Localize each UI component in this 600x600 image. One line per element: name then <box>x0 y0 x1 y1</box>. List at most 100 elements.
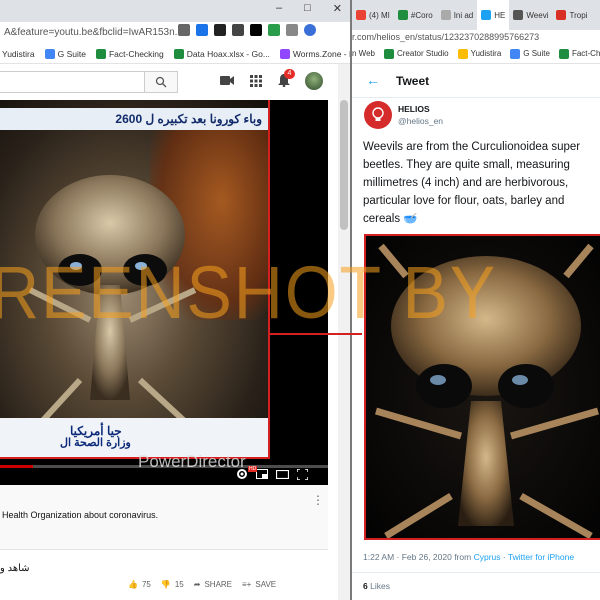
bookmark-label: Data Hoax.xlsx - Go... <box>186 48 270 59</box>
likes-label: Likes <box>370 581 390 591</box>
bookmark-gsuite[interactable]: G Suite <box>44 48 86 59</box>
extension-icon[interactable] <box>178 24 190 36</box>
tab-label: HE <box>494 10 506 20</box>
settings-gear-icon[interactable] <box>236 468 248 480</box>
apps-grid-icon[interactable] <box>250 74 262 87</box>
twitch-icon <box>279 48 290 59</box>
extension-icon[interactable] <box>286 24 298 36</box>
bookmark-creator-studio[interactable]: Creator Studio <box>383 48 449 59</box>
tab-weevil[interactable]: Weevi <box>509 0 552 30</box>
more-options-icon[interactable]: ⋮ <box>312 493 324 507</box>
left-bookmarks-bar: Yudistira G Suite Fact-Checking Data Hoa… <box>0 44 350 64</box>
share-icon: ➦ <box>193 580 201 589</box>
youtube-window: – □ ✕ A&feature=youtu.be&fbclid=IwAR153n… <box>0 0 350 600</box>
tweet-header: ← Tweet <box>352 64 600 98</box>
bookmark-label: G Suite <box>523 49 550 58</box>
close-button[interactable]: ✕ <box>333 2 342 15</box>
tweet-line: cereals 🥣 <box>363 213 418 225</box>
extension-icon[interactable] <box>196 24 208 36</box>
page-icon <box>513 10 524 20</box>
miniplayer-icon[interactable] <box>256 469 268 479</box>
tweet-line: particular love for flour, oats, barley … <box>363 195 565 207</box>
author-handle[interactable]: @helios_en <box>398 116 443 126</box>
tweet-line: Weevils are from the Curculionoidea supe… <box>363 141 581 153</box>
search-input[interactable] <box>0 71 144 93</box>
right-address-bar[interactable]: r.com/helios_en/status/12323702889957662… <box>352 30 600 44</box>
tweet-client[interactable]: Twitter for iPhone <box>508 552 574 562</box>
likes-count[interactable]: 6 Likes <box>363 581 390 591</box>
video-frame: وباء كورونا بعد تكبيره ل 2600 جيا أمريكي… <box>0 100 270 458</box>
minimize-button[interactable]: – <box>276 2 282 15</box>
author-name[interactable]: HELIOS <box>398 104 430 114</box>
left-title-bar: – □ ✕ <box>0 0 350 22</box>
dislike-button[interactable]: 👎 15 <box>161 580 184 589</box>
page-icon <box>440 10 451 20</box>
meta-separator: · <box>500 552 508 562</box>
thumbs-up-icon: 👍 <box>128 580 138 589</box>
bookmark-web[interactable]: n Web <box>352 49 375 58</box>
search-button[interactable] <box>144 71 178 93</box>
video-watermark: PowerDirector <box>138 452 246 471</box>
tweet-image[interactable] <box>364 234 600 540</box>
page-icon <box>556 10 567 20</box>
tab-corona[interactable]: #Coro <box>394 0 437 30</box>
tweet-location[interactable]: Cyprus <box>474 552 501 562</box>
bookmark-data-hoax[interactable]: Data Hoax.xlsx - Go... <box>173 48 270 59</box>
bookmark-label: Fact-Checking <box>108 48 164 59</box>
tab-strip: (4) MI #Coro Ini ad HE Weevi Tropi <box>352 0 600 30</box>
tab-label: (4) MI <box>369 10 390 20</box>
bookmark-worms-zone[interactable]: Worms.Zone - Play... <box>279 48 350 59</box>
notification-badge: 4 <box>284 69 295 79</box>
avatar[interactable] <box>305 72 323 90</box>
progress-fill <box>0 465 33 468</box>
fullscreen-icon[interactable] <box>297 468 308 480</box>
tab-ini-ad[interactable]: Ini ad <box>437 0 478 30</box>
share-button[interactable]: ➦ SHARE <box>194 580 232 589</box>
bookmark-fact-checking[interactable]: Fact-Checking <box>558 48 600 59</box>
extension-icon[interactable] <box>232 24 244 36</box>
maximize-button[interactable]: □ <box>304 2 311 15</box>
video-arabic-title: وباء كورونا بعد تكبيره ل 2600 <box>0 108 270 130</box>
extension-icons <box>178 24 316 36</box>
window-controls: – □ ✕ <box>276 2 342 15</box>
tab-label: Weevi <box>526 10 549 20</box>
extension-icon[interactable] <box>268 24 280 36</box>
twitter-bird-icon <box>481 10 492 20</box>
tab-tropical[interactable]: Tropi <box>552 0 591 30</box>
bookmark-yudistira[interactable]: Yudistira <box>2 49 35 59</box>
tab-helios[interactable]: HE <box>477 0 510 30</box>
sheets-icon <box>397 10 408 20</box>
likes-number: 6 <box>363 581 368 591</box>
create-video-icon[interactable] <box>220 75 234 86</box>
bookmark-yudistira[interactable]: Yudistira <box>457 48 502 59</box>
scrollbar-thumb[interactable] <box>340 100 348 230</box>
bookmark-gsuite[interactable]: G Suite <box>510 48 550 59</box>
tab-mail[interactable]: (4) MI <box>352 0 394 30</box>
thumbs-down-icon: 👎 <box>160 580 171 589</box>
save-button[interactable]: ≡+ SAVE <box>242 580 276 589</box>
tab-label: Ini ad <box>453 10 474 20</box>
save-playlist-icon: ≡+ <box>242 580 252 589</box>
tweet-line: millimetres (4 inch) and are herbivorous… <box>363 177 569 189</box>
bookmark-label: Fact-Checking <box>571 49 600 58</box>
search-icon <box>155 76 167 88</box>
twitter-window: (4) MI #Coro Ini ad HE Weevi Tropi r.com… <box>350 0 600 600</box>
back-arrow-icon[interactable]: ← <box>366 72 380 88</box>
like-button[interactable]: 👍 75 <box>128 580 151 589</box>
avatar[interactable] <box>364 101 392 129</box>
sheets-icon <box>383 48 394 59</box>
extension-icon[interactable] <box>214 24 226 36</box>
video-description: Health Organization about coronavirus. <box>2 510 159 520</box>
tweet-line: beetles. They are quite small, measuring <box>363 159 570 171</box>
bookmark-label: Yudistira <box>470 49 502 58</box>
youtube-header-icons <box>220 74 290 87</box>
tweet-timestamp[interactable]: 1:22 AM · Feb 26, 2020 from <box>363 552 471 562</box>
tweet-text: Weevils are from the Curculionoidea supe… <box>363 138 600 228</box>
theater-mode-icon[interactable] <box>276 469 289 479</box>
extension-icon[interactable] <box>250 24 262 36</box>
hd-badge: HD <box>248 466 258 472</box>
red-frame-line <box>268 100 270 458</box>
extension-icon[interactable] <box>304 24 316 36</box>
bookmark-fact-checking[interactable]: Fact-Checking <box>95 48 164 59</box>
video-player[interactable]: وباء كورونا بعد تكبيره ل 2600 جيا أمريكي… <box>0 100 328 485</box>
